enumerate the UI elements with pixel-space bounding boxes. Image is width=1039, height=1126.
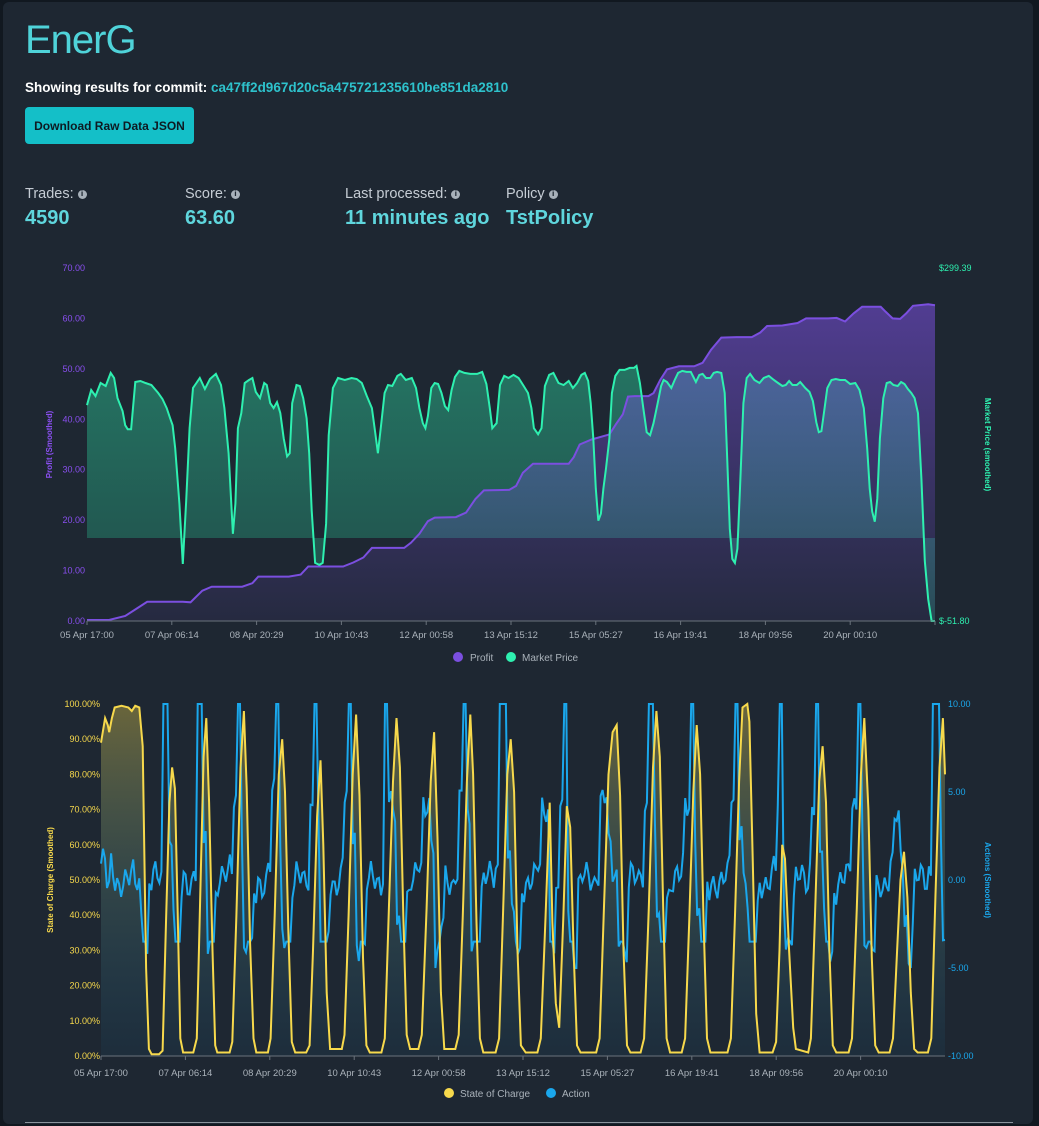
stat-label: Trades: [25, 186, 74, 202]
stat-value: TstPolicy [506, 207, 594, 229]
x-tick-label: 13 Apr 15:12 [484, 630, 538, 641]
stat-score: Score: i 63.60 [185, 186, 240, 230]
y2-tick-label: -10.00 [948, 1051, 974, 1061]
y2-tick-label: $299.39 [939, 263, 972, 273]
stat-trades: Trades: i 4590 [25, 186, 87, 230]
y-tick-label: 70.00% [69, 805, 100, 815]
stat-value: 4590 [25, 207, 70, 229]
legend-swatch-action [546, 1088, 556, 1098]
legend-label: Profit [470, 653, 494, 664]
x-tick-label: 08 Apr 20:29 [243, 1068, 297, 1079]
stat-value: 11 minutes ago [345, 207, 490, 229]
x-tick-label: 20 Apr 00:10 [823, 630, 877, 641]
legend-swatch-state-of-charge [444, 1088, 454, 1098]
legend-swatch-market-price [506, 652, 516, 662]
legend-label: Market Price [522, 653, 579, 664]
y2-axis-label: Market Price (smoothed) [983, 398, 992, 492]
y2-tick-label: $-51.80 [939, 616, 970, 626]
y-tick-label: 0.00 [67, 616, 85, 626]
x-tick-label: 18 Apr 09:56 [738, 630, 792, 641]
stat-policy: Policy i TstPolicy [506, 186, 593, 230]
y-tick-label: 20.00% [69, 981, 100, 991]
y-tick-label: 20.00 [62, 515, 85, 525]
stat-last-processed: Last processed: i 11 minutes ago [345, 186, 490, 230]
y-axis-label: Profit (Smoothed) [45, 410, 54, 478]
x-tick-label: 08 Apr 20:29 [230, 630, 284, 641]
state-of-charge-action-chart[interactable]: 0.00% 10.00% 20.00% 30.00% 40.00% 50.00% 60.00… [0, 690, 1039, 1105]
x-tick-label: 15 Apr 05:27 [580, 1068, 634, 1079]
commit-line: Showing results for commit: ca47ff2d967d… [25, 80, 508, 95]
x-tick-label: 16 Apr 19:41 [654, 630, 708, 641]
y-tick-label: 100.00% [64, 699, 100, 709]
legend-label: State of Charge [460, 1089, 530, 1100]
x-tick-label: 10 Apr 10:43 [314, 630, 368, 641]
x-tick-label: 05 Apr 17:00 [60, 630, 114, 641]
download-raw-data-button[interactable]: Download Raw Data JSON [25, 107, 194, 144]
y-tick-label: 60.00 [62, 313, 85, 323]
info-icon[interactable]: i [77, 189, 87, 199]
y-axis-label: State of Charge (Smoothed) [46, 827, 55, 933]
y-tick-label: 70.00 [62, 263, 85, 273]
y-tick-label: 90.00% [69, 734, 100, 744]
stat-label: Last processed: [345, 186, 448, 202]
x-tick-label: 16 Apr 19:41 [665, 1068, 719, 1079]
y-tick-label: 40.00 [62, 414, 85, 424]
y2-tick-label: -5.00 [948, 963, 969, 973]
x-tick-label: 20 Apr 00:10 [834, 1068, 888, 1079]
y-tick-label: 10.00 [62, 566, 85, 576]
profit-market-price-chart[interactable]: 0.00 10.00 20.00 30.00 40.00 50.00 60.00 70.00 $… [0, 255, 1039, 670]
x-tick-label: 15 Apr 05:27 [569, 630, 623, 641]
info-icon[interactable]: i [451, 189, 461, 199]
x-tick-label: 13 Apr 15:12 [496, 1068, 550, 1079]
y2-tick-label: 0.00 [948, 875, 966, 885]
x-tick-label: 12 Apr 00:58 [412, 1068, 466, 1079]
y-tick-label: 0.00% [74, 1051, 100, 1061]
commit-prefix: Showing results for commit: [25, 80, 208, 95]
y-tick-label: 50.00 [62, 364, 85, 374]
info-icon[interactable]: i [548, 189, 558, 199]
x-tick-label: 18 Apr 09:56 [749, 1068, 803, 1079]
commit-hash-link[interactable]: ca47ff2d967d20c5a475721235610be851da2810 [211, 80, 508, 95]
x-tick-label: 07 Apr 06:14 [145, 630, 199, 641]
y2-tick-label: 5.00 [948, 787, 966, 797]
legend-swatch-profit [453, 652, 463, 662]
y-tick-label: 80.00% [69, 769, 100, 779]
x-tick-label: 12 Apr 00:58 [399, 630, 453, 641]
divider [25, 1122, 1013, 1123]
y2-axis-label: Actions (Smoothed) [983, 842, 992, 918]
stat-label: Policy [506, 186, 545, 202]
x-tick-label: 10 Apr 10:43 [327, 1068, 381, 1079]
x-tick-label: 07 Apr 06:14 [158, 1068, 212, 1079]
info-icon[interactable]: i [230, 189, 240, 199]
y2-tick-label: 10.00 [948, 699, 971, 709]
y-tick-label: 30.00% [69, 945, 100, 955]
y-tick-label: 50.00% [69, 875, 100, 885]
y-tick-label: 10.00% [69, 1016, 100, 1026]
stat-label: Score: [185, 186, 227, 202]
x-tick-label: 05 Apr 17:00 [74, 1068, 128, 1079]
y-tick-label: 30.00 [62, 465, 85, 475]
legend-label: Action [562, 1089, 590, 1100]
stat-value: 63.60 [185, 207, 236, 229]
app-title: EnerG [25, 18, 137, 62]
y-tick-label: 60.00% [69, 840, 100, 850]
y-tick-label: 40.00% [69, 910, 100, 920]
